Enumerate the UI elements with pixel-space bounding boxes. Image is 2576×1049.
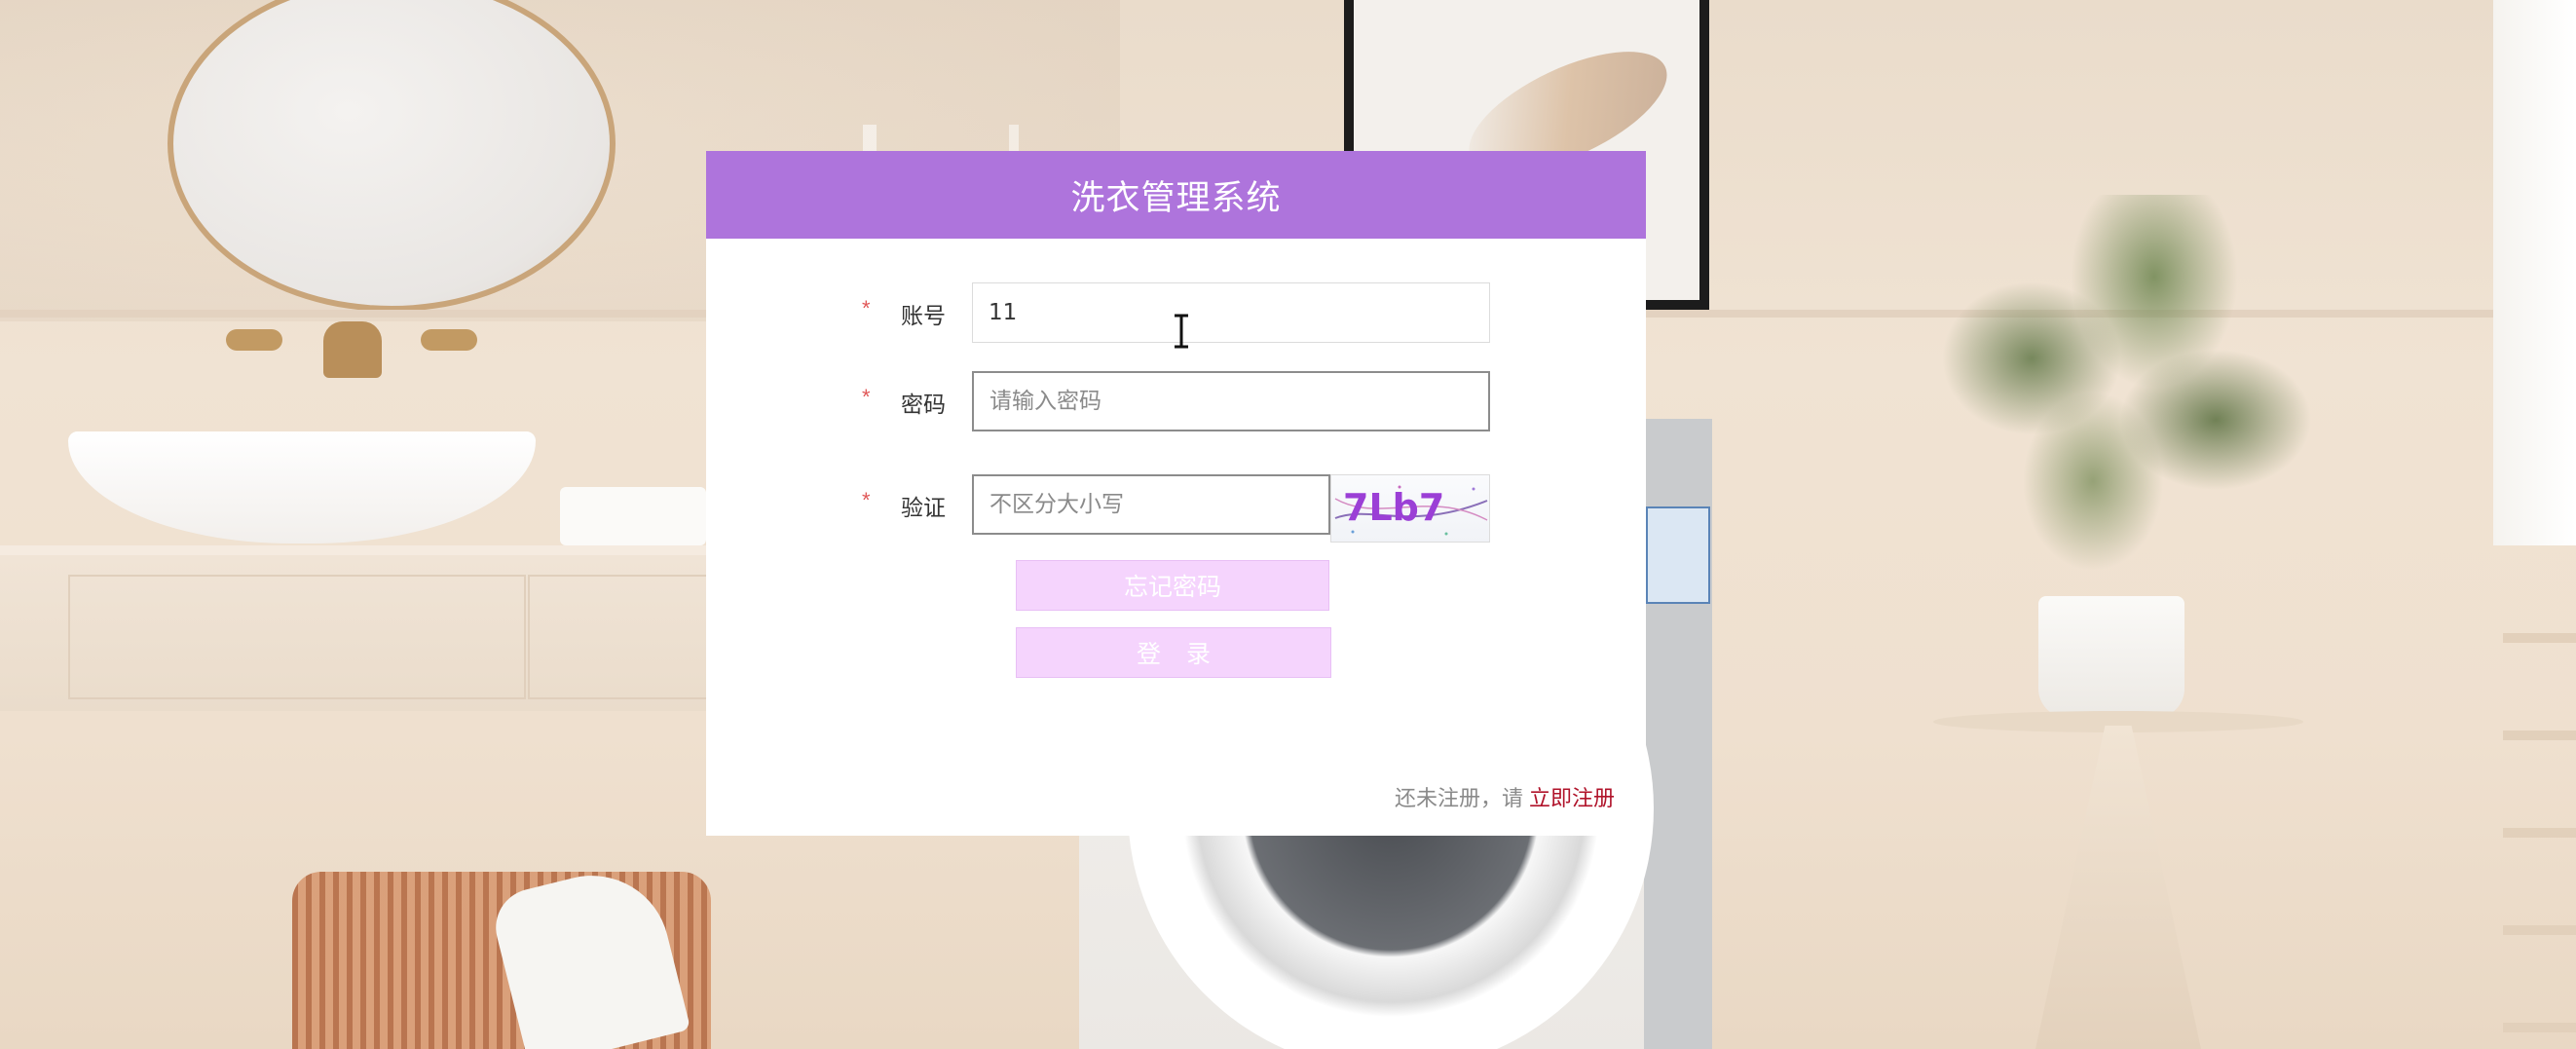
plant-pot-image	[2038, 596, 2184, 718]
password-label: 密码	[901, 393, 946, 418]
captcha-label: 验证	[901, 496, 946, 521]
password-row: * 密码	[706, 371, 1646, 431]
login-button[interactable]: 登录	[1016, 627, 1331, 678]
captcha-input[interactable]	[972, 474, 1330, 535]
vanity-cabinet-image	[0, 545, 711, 711]
password-input[interactable]	[972, 371, 1490, 431]
vanity-drawer	[68, 575, 526, 699]
ladder-shelf-image	[2503, 545, 2576, 1049]
vanity-drawer	[528, 575, 711, 699]
captcha-code-text: 7Lb7	[1343, 486, 1444, 529]
sink-basin-image	[68, 431, 536, 543]
folded-towels-image	[560, 487, 706, 545]
account-input[interactable]	[972, 282, 1490, 343]
login-card: 洗衣管理系统 * 账号 * 密码 * 验证 7Lb7	[706, 151, 1646, 836]
captcha-row: * 验证 7Lb7	[706, 474, 1646, 543]
washer-sticker	[1646, 506, 1710, 604]
register-link[interactable]: 立即注册	[1529, 787, 1615, 811]
faucet-knob-right	[421, 329, 477, 351]
side-table-leg	[2035, 726, 2201, 1049]
captcha-svg: 7Lb7	[1334, 485, 1488, 536]
login-header: 洗衣管理系统	[706, 151, 1646, 239]
text-cursor-icon	[1175, 314, 1188, 349]
register-line: 还未注册，请 立即注册	[1395, 781, 1615, 812]
account-label: 账号	[901, 304, 946, 329]
app-title: 洗衣管理系统	[1070, 178, 1282, 218]
faucet-image	[226, 321, 479, 380]
faucet-knob-left	[226, 329, 282, 351]
captcha-image[interactable]: 7Lb7	[1330, 474, 1490, 543]
hanging-garment-image	[2493, 0, 2576, 545]
required-mark: *	[862, 488, 871, 512]
required-mark: *	[862, 385, 871, 409]
plant-leaves-image	[1909, 195, 2318, 604]
register-prompt: 还未注册，请	[1394, 787, 1523, 811]
required-mark: *	[862, 296, 871, 320]
forgot-password-button[interactable]: 忘记密码	[1016, 560, 1329, 611]
faucet-spout	[323, 321, 382, 378]
